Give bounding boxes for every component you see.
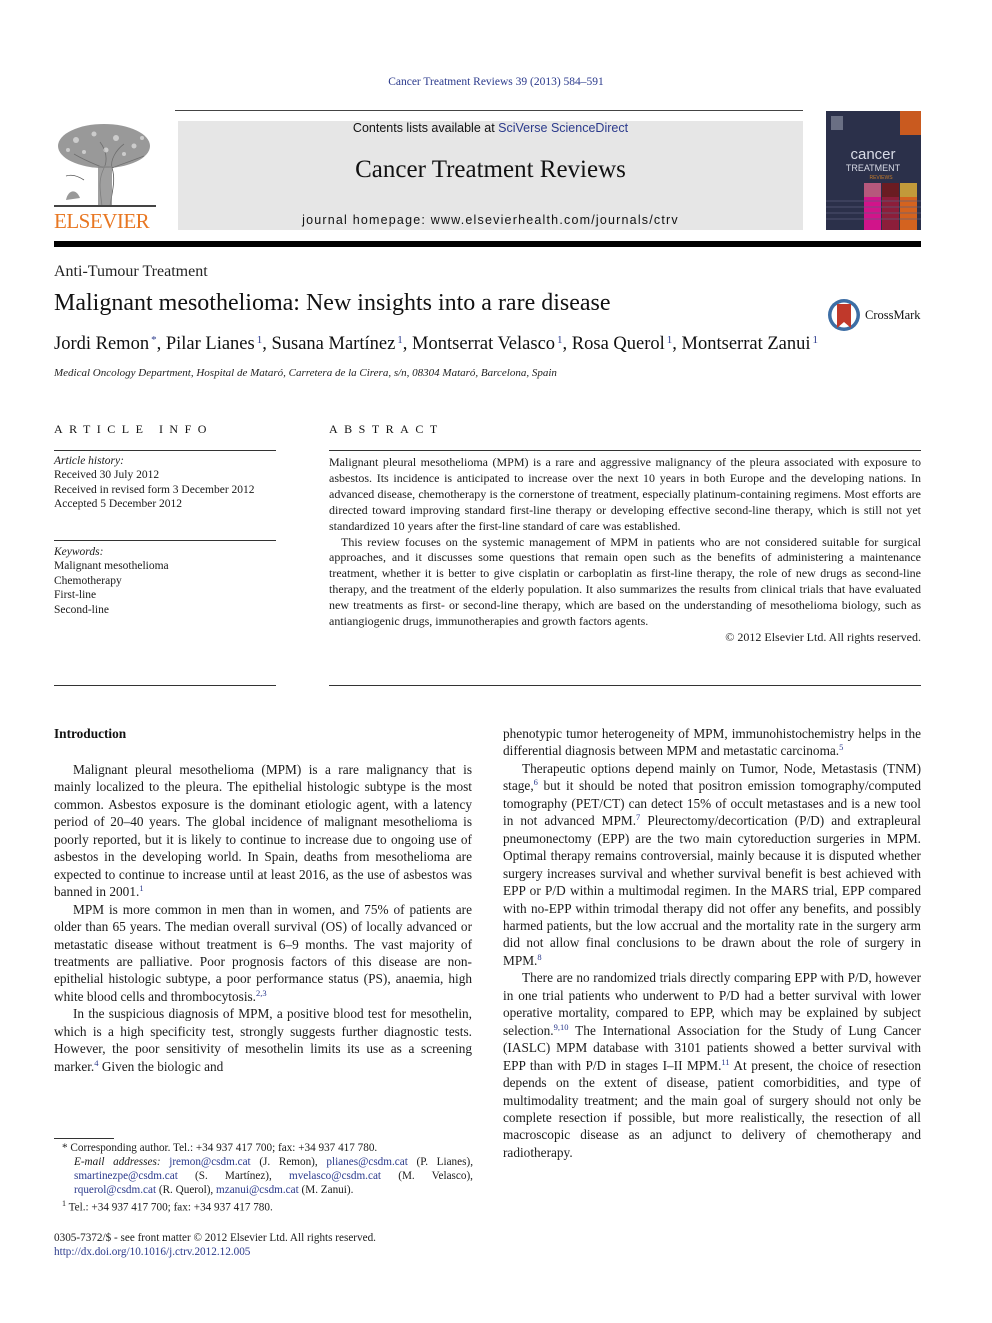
corresponding-author-note: * Corresponding author. Tel.: +34 937 41…: [54, 1141, 473, 1155]
email-link[interactable]: jremon@csdm.cat: [169, 1156, 250, 1168]
footnotes: * Corresponding author. Tel.: +34 937 41…: [54, 1141, 473, 1215]
journal-title: Cancer Treatment Reviews: [355, 156, 626, 183]
crossmark-icon: [828, 299, 860, 331]
sciencedirect-link[interactable]: SciVerse ScienceDirect: [498, 121, 628, 135]
keyword: First-line: [54, 589, 97, 602]
journal-homepage: journal homepage: www.elsevierhealth.com…: [302, 213, 679, 227]
tel-note: 1 Tel.: +34 937 417 700; fax: +34 937 41…: [54, 1197, 473, 1215]
email-link[interactable]: smartinezpe@csdm.cat: [74, 1170, 178, 1182]
front-matter: 0305-7372/$ - see front matter © 2012 El…: [54, 1231, 376, 1259]
article-history-label: Article history:: [54, 455, 124, 467]
header-thick-rule: [54, 241, 921, 247]
author-name[interactable]: Montserrat Zanui: [682, 334, 811, 354]
history-received: Received 30 July 2012: [54, 469, 160, 482]
abstract-heading: ABSTRACT: [329, 422, 444, 436]
article-section-label: Anti-Tumour Treatment: [54, 263, 208, 280]
reference-link[interactable]: 6: [534, 777, 538, 787]
affiliation-mark[interactable]: 1: [257, 334, 263, 346]
article-info-rule: [54, 540, 276, 541]
reference-link[interactable]: 2,3: [256, 988, 267, 998]
issn-copyright: 0305-7372/$ - see front matter © 2012 El…: [54, 1232, 376, 1244]
corresponding-author-mark[interactable]: *: [151, 334, 157, 346]
email-addresses: E-mail addresses: jremon@csdm.cat (J. Re…: [74, 1156, 473, 1196]
affiliation-mark[interactable]: 1: [397, 334, 403, 346]
abstract-rule: [329, 685, 921, 686]
email-label: E-mail addresses:: [74, 1156, 170, 1168]
crossmark-badge[interactable]: CrossMark: [827, 298, 927, 334]
keywords: Keywords: Malignant mesothelioma Chemoth…: [54, 545, 284, 617]
author-name[interactable]: Susana Martínez: [271, 334, 395, 354]
author-name[interactable]: Jordi Remon: [54, 334, 149, 354]
doi-link[interactable]: http://dx.doi.org/10.1016/j.ctrv.2012.12…: [54, 1246, 250, 1258]
abstract-paragraph: This review focuses on the systemic mana…: [329, 534, 921, 629]
crossmark-label: CrossMark: [865, 308, 921, 322]
author-list: Jordi Remon *, Pilar Lianes 1, Susana Mart…: [54, 334, 818, 354]
abstract-copyright: © 2012 Elsevier Ltd. All rights reserved…: [725, 629, 921, 644]
reference-link[interactable]: 4: [94, 1058, 98, 1068]
reference-link[interactable]: 5: [839, 742, 843, 752]
cover-title-line2: TREATMENT: [846, 163, 901, 173]
email-link[interactable]: mvelasco@csdm.cat: [289, 1170, 381, 1182]
note-mark: 1: [62, 1199, 66, 1208]
reference-link[interactable]: 7: [636, 812, 640, 822]
body-paragraph: There are no randomized trials directly …: [503, 970, 921, 1160]
reference-link[interactable]: 11: [721, 1057, 729, 1067]
article-info-heading: ARTICLE INFO: [54, 422, 213, 436]
author-affiliation: Medical Oncology Department, Hospital de…: [54, 367, 557, 379]
keywords-label: Keywords:: [54, 546, 104, 558]
article-info-rule: [54, 450, 276, 451]
affiliation-mark[interactable]: 1: [557, 334, 563, 346]
abstract-rule: [329, 450, 921, 451]
contents-availability: Contents lists available at SciVerse Sci…: [178, 121, 803, 135]
keyword: Second-line: [54, 603, 109, 616]
body-column-right: phenotypic tumor heterogeneity of MPM, i…: [503, 725, 921, 1161]
body-paragraph: Therapeutic options depend mainly on Tum…: [503, 760, 921, 968]
keyword: Chemotherapy: [54, 574, 122, 587]
contents-prefix: Contents lists available at: [352, 121, 499, 135]
body-column-left: Malignant pleural mesothelioma (MPM) is …: [54, 761, 472, 1075]
journal-citation-link[interactable]: Cancer Treatment Reviews 39 (2013) 584–5…: [0, 76, 992, 88]
history-accepted: Accepted 5 December 2012: [54, 498, 183, 511]
cover-title-line1: cancer: [850, 146, 895, 163]
email-link[interactable]: plianes@csdm.cat: [326, 1156, 407, 1168]
tel-note-text: Tel.: +34 937 417 700; fax: +34 937 417 …: [68, 1201, 273, 1214]
article-info-rule: [54, 685, 276, 686]
history-revised: Received in revised form 3 December 2012: [54, 483, 255, 496]
article-title: Malignant mesothelioma: New insights int…: [54, 290, 611, 316]
abstract-paragraph: Malignant pleural mesothelioma (MPM) is …: [329, 455, 921, 533]
body-paragraph: In the suspicious diagnosis of MPM, a po…: [54, 1006, 472, 1074]
reference-link[interactable]: 9,10: [554, 1022, 569, 1032]
affiliation-mark[interactable]: 1: [667, 334, 673, 346]
author-name[interactable]: Rosa Querol: [572, 334, 665, 354]
corresponding-mark: *: [62, 1142, 68, 1154]
abstract-body: Malignant pleural mesothelioma (MPM) is …: [329, 455, 921, 646]
body-paragraph: Malignant pleural mesothelioma (MPM) is …: [54, 762, 472, 900]
author-name[interactable]: Pilar Lianes: [166, 334, 255, 354]
introduction-heading: Introduction: [54, 726, 127, 741]
footnote-rule: [54, 1138, 114, 1139]
article-history: Article history: Received 30 July 2012 R…: [54, 454, 284, 512]
author-name[interactable]: Montserrat Velasco: [412, 334, 555, 354]
corresponding-text: Corresponding author. Tel.: +34 937 417 …: [70, 1142, 378, 1154]
elsevier-wordmark: ELSEVIER: [54, 209, 150, 233]
body-paragraph: MPM is more common in men than in women,…: [54, 901, 472, 1004]
cover-title-line3: REVIEWS: [869, 175, 893, 181]
email-link[interactable]: mzanui@csdm.cat: [216, 1184, 299, 1196]
affiliation-mark[interactable]: 1: [812, 334, 818, 346]
body-paragraph: phenotypic tumor heterogeneity of MPM, i…: [503, 726, 921, 759]
reference-link[interactable]: 1: [139, 883, 143, 893]
reference-link[interactable]: 8: [537, 952, 541, 962]
journal-cover-image: cancer TREATMENT REVIEWS: [826, 111, 921, 230]
header-rule: [175, 110, 803, 111]
keyword: Malignant mesothelioma: [54, 560, 169, 573]
email-link[interactable]: rquerol@csdm.cat: [74, 1184, 156, 1196]
